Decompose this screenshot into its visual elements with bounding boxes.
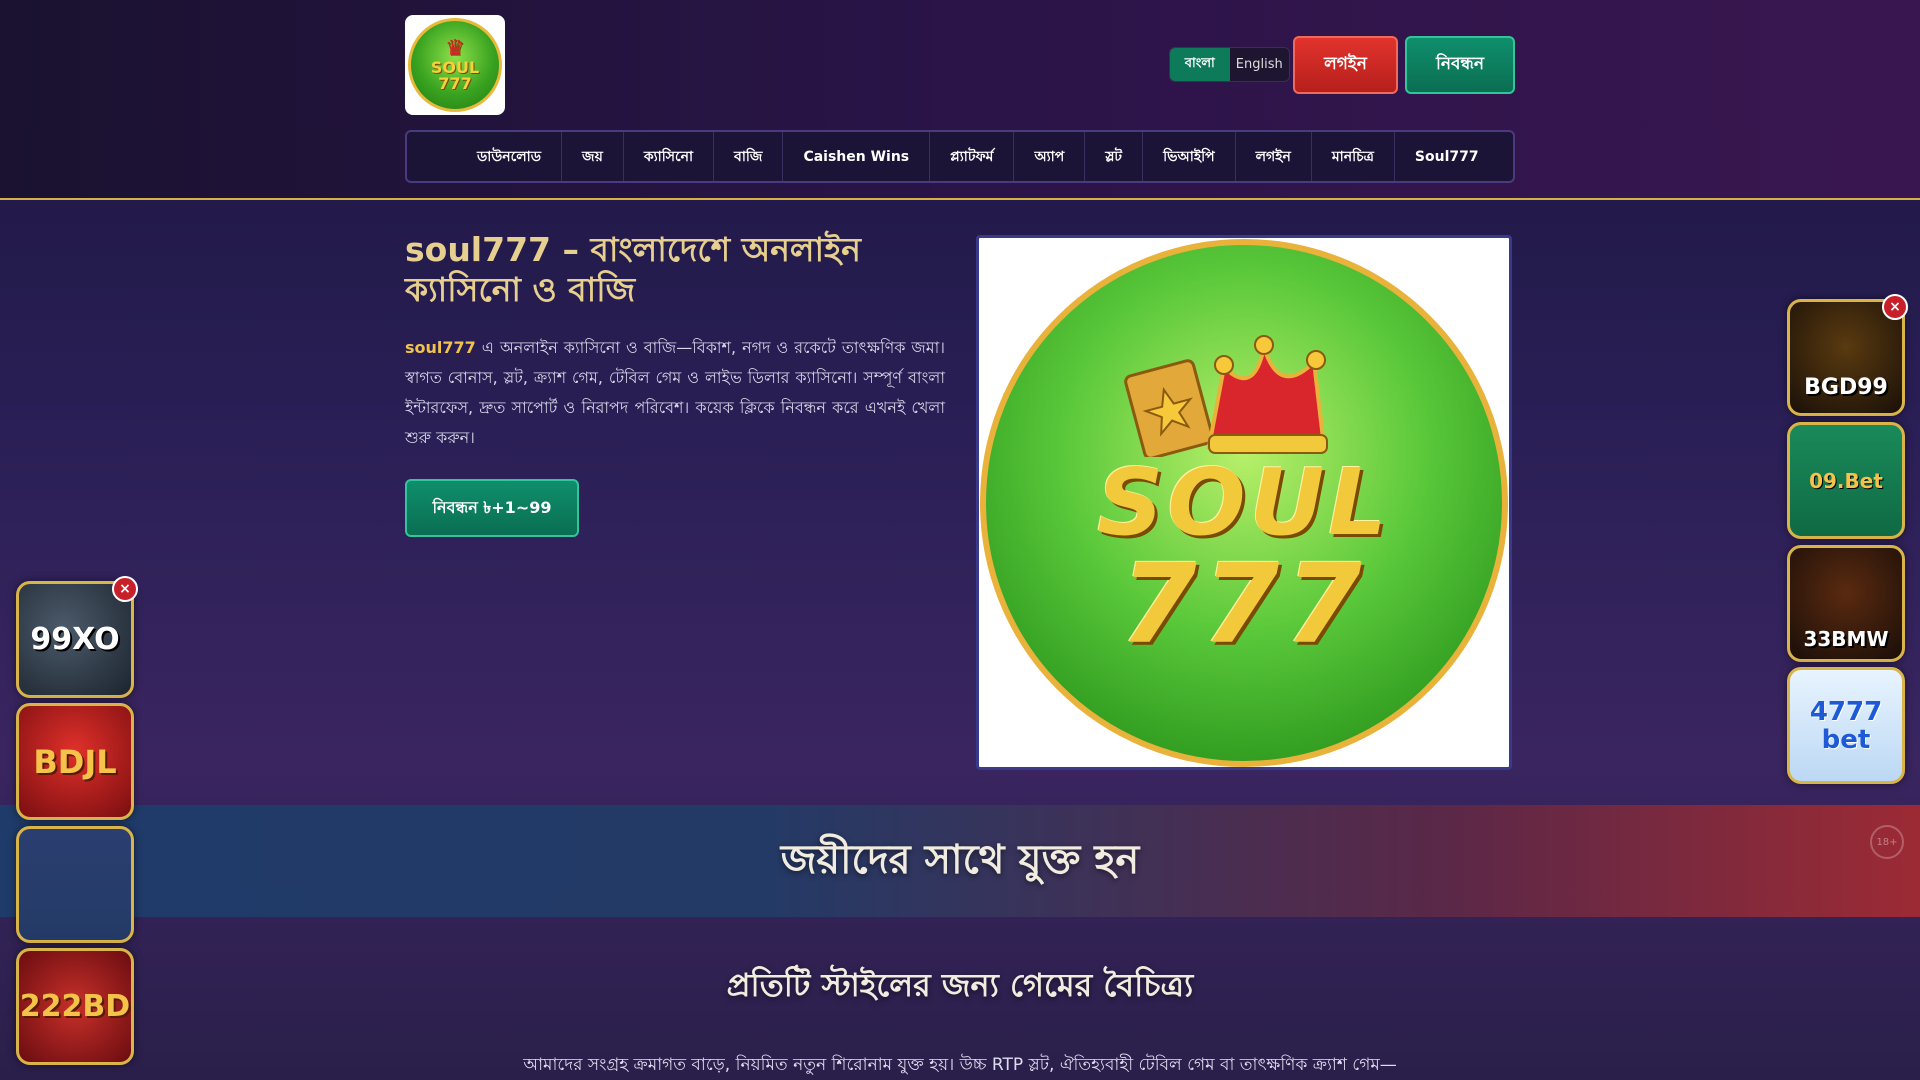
nav-item-bet[interactable]: বাজি <box>714 132 784 181</box>
close-right-ads-icon[interactable]: × <box>1882 294 1908 320</box>
nav-item-slot[interactable]: স্লট <box>1085 132 1144 181</box>
ad-09bet-label: 09.Bet <box>1809 468 1883 493</box>
ad-33bmw-label: 33BMW <box>1803 626 1889 651</box>
nav-item-win[interactable]: জয় <box>562 132 624 181</box>
ad-222bd[interactable]: 222BD <box>16 948 134 1065</box>
logo-emblem: ♛ SOUL 777 <box>408 18 502 112</box>
emblem-text-top: SOUL <box>1097 448 1391 556</box>
nav-item-login[interactable]: লগইন <box>1236 132 1312 181</box>
age-restriction-icon: 18+ <box>1870 825 1904 859</box>
close-left-ads-icon[interactable]: × <box>112 576 138 602</box>
games-section-title: প্রতিটি স্টাইলের জন্য গেমের বৈচিত্র্য <box>726 966 1194 1004</box>
hero-description-text: এ অনলাইন ক্যাসিনো ও বাজি—বিকাশ, নগদ ও রক… <box>405 338 945 447</box>
crown-icon: ♛ <box>445 36 465 61</box>
nav-item-casino[interactable]: ক্যাসিনো <box>624 132 715 181</box>
nav-item-caishen-wins[interactable]: Caishen Wins <box>783 132 931 181</box>
nav-item-app[interactable]: অ্যাপ <box>1014 132 1086 181</box>
ad-bdjl-label: BDJL <box>33 742 117 781</box>
nav-item-map[interactable]: মানচিত্র <box>1312 132 1395 181</box>
soul777-emblem: SOUL 777 <box>980 238 1508 767</box>
ad-4777bet-label: 4777 bet <box>1809 696 1883 755</box>
winners-banner: জয়ীদের সাথে যুক্ত হন 18+ <box>0 805 1920 917</box>
ad-bdjl[interactable]: BDJL <box>16 703 134 820</box>
nav-item-download[interactable]: ডাউনলোড <box>457 132 563 181</box>
hero-description: soul777 এ অনলাইন ক্যাসিনো ও বাজি—বিকাশ, … <box>405 333 945 453</box>
main-nav: ডাউনলোড জয় ক্যাসিনো বাজি Caishen Wins প… <box>405 130 1515 183</box>
ad-empty-slot[interactable] <box>16 826 134 943</box>
language-switch: বাংলা English <box>1169 47 1290 82</box>
ad-33bmw[interactable]: 33BMW <box>1787 545 1905 662</box>
lang-english-button[interactable]: English <box>1230 48 1290 81</box>
lang-bangla-button[interactable]: বাংলা <box>1170 48 1230 81</box>
nav-item-soul777[interactable]: Soul777 <box>1395 132 1499 181</box>
register-button[interactable]: নিবন্ধন <box>1405 36 1515 94</box>
games-section-text: আমাদের সংগ্রহ ক্রমাগত বাড়ে, নিয়মিত নতু… <box>523 1055 1397 1075</box>
login-button[interactable]: লগইন <box>1293 36 1398 94</box>
site-logo[interactable]: ♛ SOUL 777 <box>405 15 505 115</box>
hero-brand-link[interactable]: soul777 <box>405 338 476 357</box>
ad-222bd-label: 222BD <box>19 989 131 1024</box>
jester-crown-icon <box>1124 334 1328 457</box>
nav-item-vip[interactable]: ভিআইপি <box>1143 132 1236 181</box>
hero-image: SOUL 777 <box>976 235 1512 770</box>
site-header: ♛ SOUL 777 বাংলা English লগইন নিবন্ধন ডা… <box>0 0 1920 200</box>
hero-title: soul777 – বাংলাদেশে অনলাইন ক্যাসিনো ও বা… <box>405 230 861 309</box>
nav-item-platform[interactable]: প্ল্যাটফর্ম <box>930 132 1015 181</box>
hero-register-button[interactable]: নিবন্ধন ৳+1~99 <box>405 479 579 537</box>
logo-text-bottom: 777 <box>438 74 472 93</box>
ad-bgd99-label: BGD99 <box>1804 375 1888 400</box>
emblem-text-bottom: 777 <box>1120 539 1368 668</box>
ad-99xo-label: 99XO <box>30 622 120 657</box>
ad-09bet[interactable]: 09.Bet <box>1787 422 1905 539</box>
ad-4777bet[interactable]: 4777 bet <box>1787 667 1905 784</box>
winners-banner-title: জয়ীদের সাথে যুক্ত হন <box>780 835 1140 883</box>
